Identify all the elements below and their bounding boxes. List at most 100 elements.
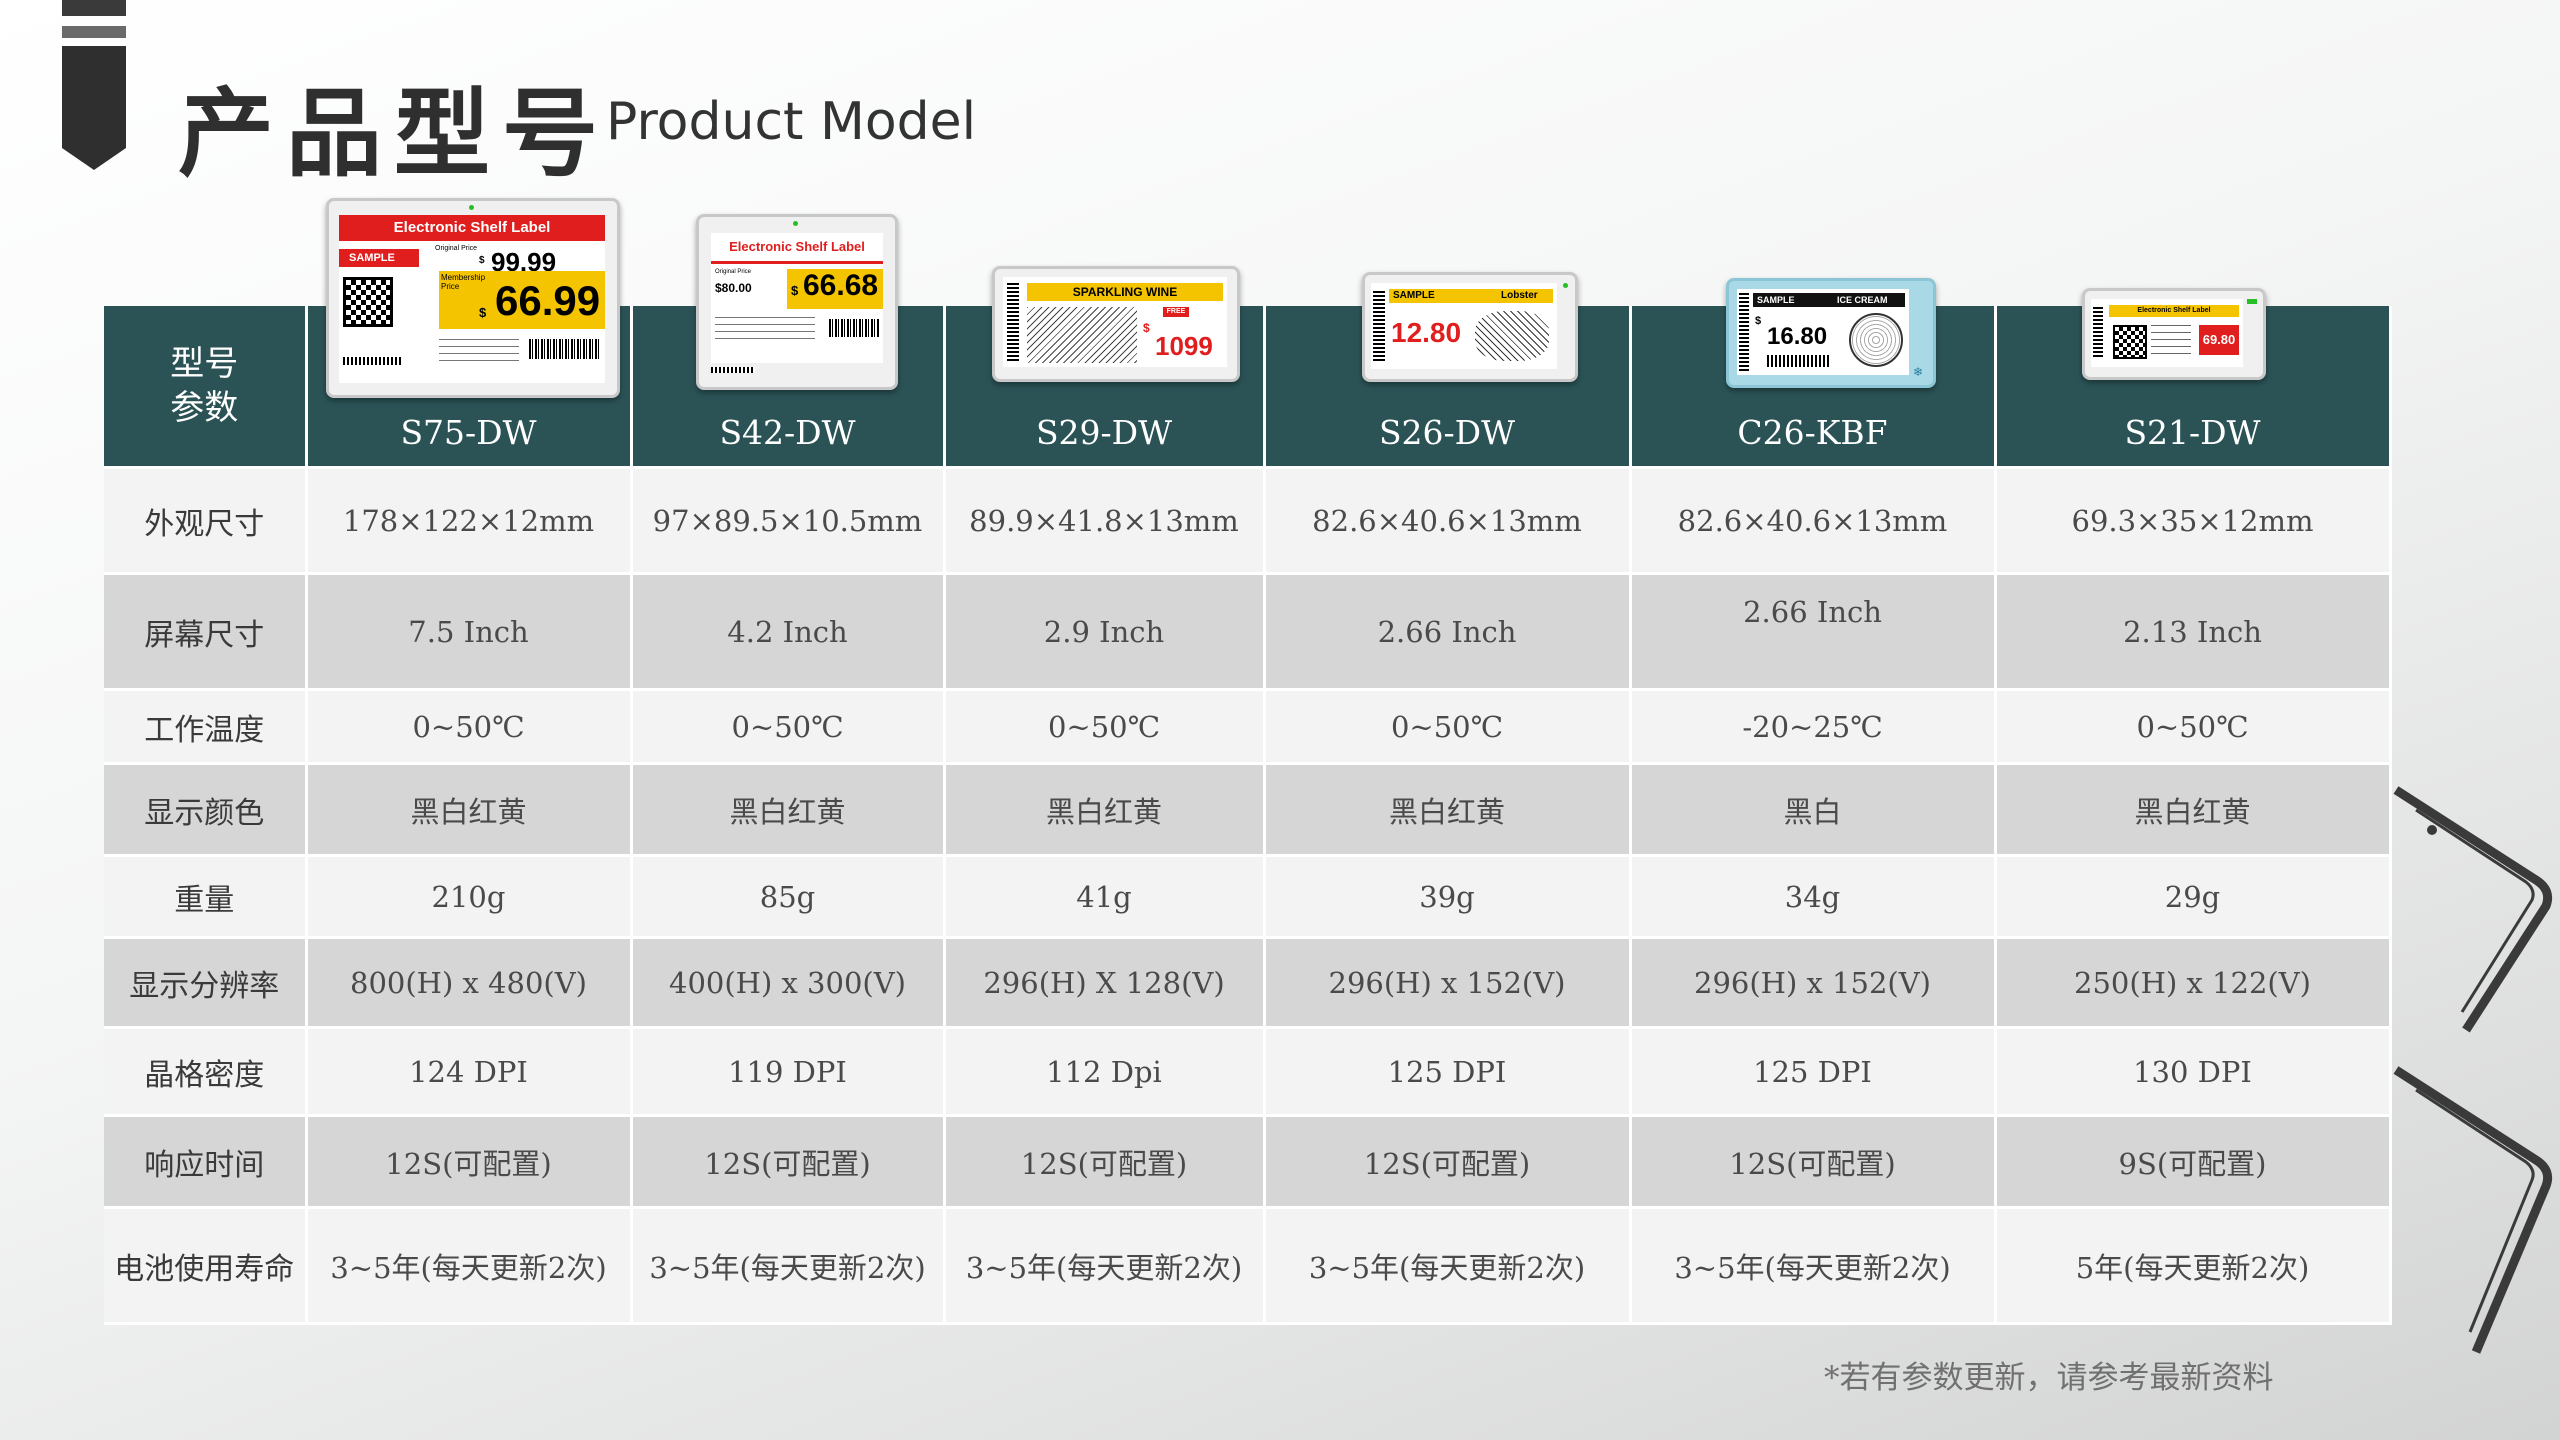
page-title-en: Product Model — [606, 92, 977, 152]
s42-orig-label: Original Price — [715, 269, 752, 275]
table-cell: 296(H) X 128(V) — [944, 937, 1266, 1028]
s29-price: 1099 — [1155, 331, 1213, 361]
table-cell: 34g — [1630, 855, 1997, 938]
s75-member-label: Membership Price — [441, 273, 486, 291]
table-cell: 0~50℃ — [1264, 689, 1632, 764]
table-cell: 210g — [306, 855, 633, 938]
table-cell: 2.66 Inch — [1264, 573, 1632, 690]
model-name: S21-DW — [2124, 413, 2261, 452]
product-image-c26: SAMPLE ICE CREAM $ 16.80 ❄ — [1726, 278, 1936, 388]
s75-orig-label: Original Price — [435, 245, 478, 252]
row-label: 外观尺寸 — [104, 467, 308, 574]
bookmark-icon — [62, 0, 126, 170]
table-cell: 119 DPI — [631, 1027, 946, 1116]
product-image-s42: Electronic Shelf Label Original Price $8… — [696, 214, 898, 390]
corner-label-line2: 参数 — [170, 388, 239, 428]
table-cell: 82.6×40.6×13mm — [1264, 467, 1632, 574]
s26-tag: SAMPLE — [1393, 290, 1435, 301]
table-cell: 黑白红黄 — [944, 763, 1266, 856]
table-cell: 125 DPI — [1630, 1027, 1997, 1116]
barcode-icon — [2093, 307, 2103, 359]
table-cell: 39g — [1264, 855, 1632, 938]
model-name: C26-KBF — [1737, 413, 1888, 452]
barcode-icon — [711, 367, 755, 373]
table-cell: 黑白红黄 — [1995, 763, 2392, 856]
table-row: 响应时间 12S(可配置) 12S(可配置) 12S(可配置) 12S(可配置) 12S(… — [104, 1115, 2392, 1208]
tablet-outline-icon — [2393, 786, 2553, 1033]
table-cell: 41g — [944, 855, 1266, 938]
table-cell: 黑白 — [1630, 763, 1997, 856]
s21-qr-icon — [2113, 325, 2147, 359]
row-label: 工作温度 — [104, 689, 308, 764]
table-cell: 9S(可配置) — [1995, 1115, 2392, 1208]
s75-banner: Electronic Shelf Label — [339, 215, 605, 241]
table-cell: 400(H) x 300(V) — [631, 937, 946, 1028]
spec-table-body: 外观尺寸 178×122×12mm 97×89.5×10.5mm 89.9×41.8×… — [104, 467, 2392, 1324]
table-cell: -20~25℃ — [1630, 689, 1997, 764]
ice-cream-illustration-icon — [1849, 313, 1903, 367]
table-cell: 0~50℃ — [1995, 689, 2392, 764]
s75-qr-icon — [343, 277, 393, 327]
row-label: 晶格密度 — [104, 1027, 308, 1116]
s42-orig-price: $80.00 — [715, 281, 752, 295]
s75-orig-sym: $ — [479, 255, 485, 266]
table-cell: 69.3×35×12mm — [1995, 467, 2392, 574]
table-cell: 29g — [1995, 855, 2392, 938]
c26-item: ICE CREAM — [1837, 295, 1888, 305]
table-cell: 2.66 Inch — [1630, 573, 1997, 690]
table-cell: 2.13 Inch — [1995, 573, 2392, 690]
s29-banner: SPARKLING WINE — [1027, 283, 1223, 301]
table-cell: 0~50℃ — [944, 689, 1266, 764]
footnote: *若有参数更新，请参考最新资料 — [1824, 1360, 2274, 1396]
s42-price-sym: $ — [791, 283, 799, 298]
table-cell: 黑白红黄 — [1264, 763, 1632, 856]
table-cell: 黑白红黄 — [631, 763, 946, 856]
table-row: 外观尺寸 178×122×12mm 97×89.5×10.5mm 89.9×41.8×… — [104, 467, 2392, 574]
table-cell: 12S(可配置) — [631, 1115, 946, 1208]
table-cell: 296(H) x 152(V) — [1630, 937, 1997, 1028]
page-title-cn: 产品型号 — [178, 77, 610, 190]
table-cell: 82.6×40.6×13mm — [1630, 467, 1997, 574]
table-cell: 85g — [631, 855, 946, 938]
table-cell: 124 DPI — [306, 1027, 633, 1116]
table-cell: 3~5年(每天更新2次) — [1264, 1207, 1632, 1324]
product-image-s29: SPARKLING WINE FREE $ 1099 — [992, 266, 1240, 382]
table-cell: 2.9 Inch — [944, 573, 1266, 690]
table-cell: 3~5年(每天更新2次) — [944, 1207, 1266, 1324]
table-cell: 130 DPI — [1995, 1027, 2392, 1116]
row-label: 屏幕尺寸 — [104, 573, 308, 690]
row-label: 显示颜色 — [104, 763, 308, 856]
s26-price: 12.80 — [1391, 317, 1462, 348]
barcode-icon — [1007, 283, 1019, 361]
s75-tag: SAMPLE — [339, 249, 419, 267]
table-cell: 3~5年(每天更新2次) — [1630, 1207, 1997, 1324]
row-label: 重量 — [104, 855, 308, 938]
c26-tag: SAMPLE — [1757, 295, 1795, 305]
wine-illustration-icon — [1027, 307, 1137, 363]
table-cell: 125 DPI — [1264, 1027, 1632, 1116]
corner-label: 型号 参数 — [104, 306, 308, 468]
model-name: S42-DW — [719, 413, 856, 452]
table-cell: 5年(每天更新2次) — [1995, 1207, 2392, 1324]
table-row: 屏幕尺寸 7.5 Inch 4.2 Inch 2.9 Inch 2.66 Inch 2.6… — [104, 573, 2392, 690]
table-row: 工作温度 0~50℃ 0~50℃ 0~50℃ 0~50℃ -20~25℃ 0~50℃ — [104, 689, 2392, 764]
s75-member-sym: $ — [479, 305, 487, 320]
barcode-icon — [1739, 293, 1749, 371]
row-label: 电池使用寿命 — [104, 1207, 308, 1324]
table-row: 显示分辨率 800(H) x 480(V) 400(H) x 300(V) 296(H… — [104, 937, 2392, 1028]
table-cell: 3~5年(每天更新2次) — [306, 1207, 633, 1324]
table-cell: 800(H) x 480(V) — [306, 937, 633, 1028]
table-cell: 7.5 Inch — [306, 573, 633, 690]
s42-banner: Electronic Shelf Label — [729, 239, 865, 254]
product-image-s21: Electronic Shelf Label 69.80 — [2082, 288, 2266, 380]
table-cell: 12S(可配置) — [1264, 1115, 1632, 1208]
table-cell: 89.9×41.8×13mm — [944, 467, 1266, 574]
product-image-s26: SAMPLE Lobster 12.80 — [1362, 272, 1578, 382]
lobster-illustration-icon — [1475, 311, 1549, 361]
table-cell: 12S(可配置) — [944, 1115, 1266, 1208]
barcode-icon — [1373, 291, 1385, 363]
table-row: 晶格密度 124 DPI 119 DPI 112 Dpi 125 DPI 125 DPI 1… — [104, 1027, 2392, 1116]
row-label: 显示分辨率 — [104, 937, 308, 1028]
table-cell: 296(H) x 152(V) — [1264, 937, 1632, 1028]
table-row: 重量 210g 85g 41g 39g 34g 29g — [104, 855, 2392, 938]
